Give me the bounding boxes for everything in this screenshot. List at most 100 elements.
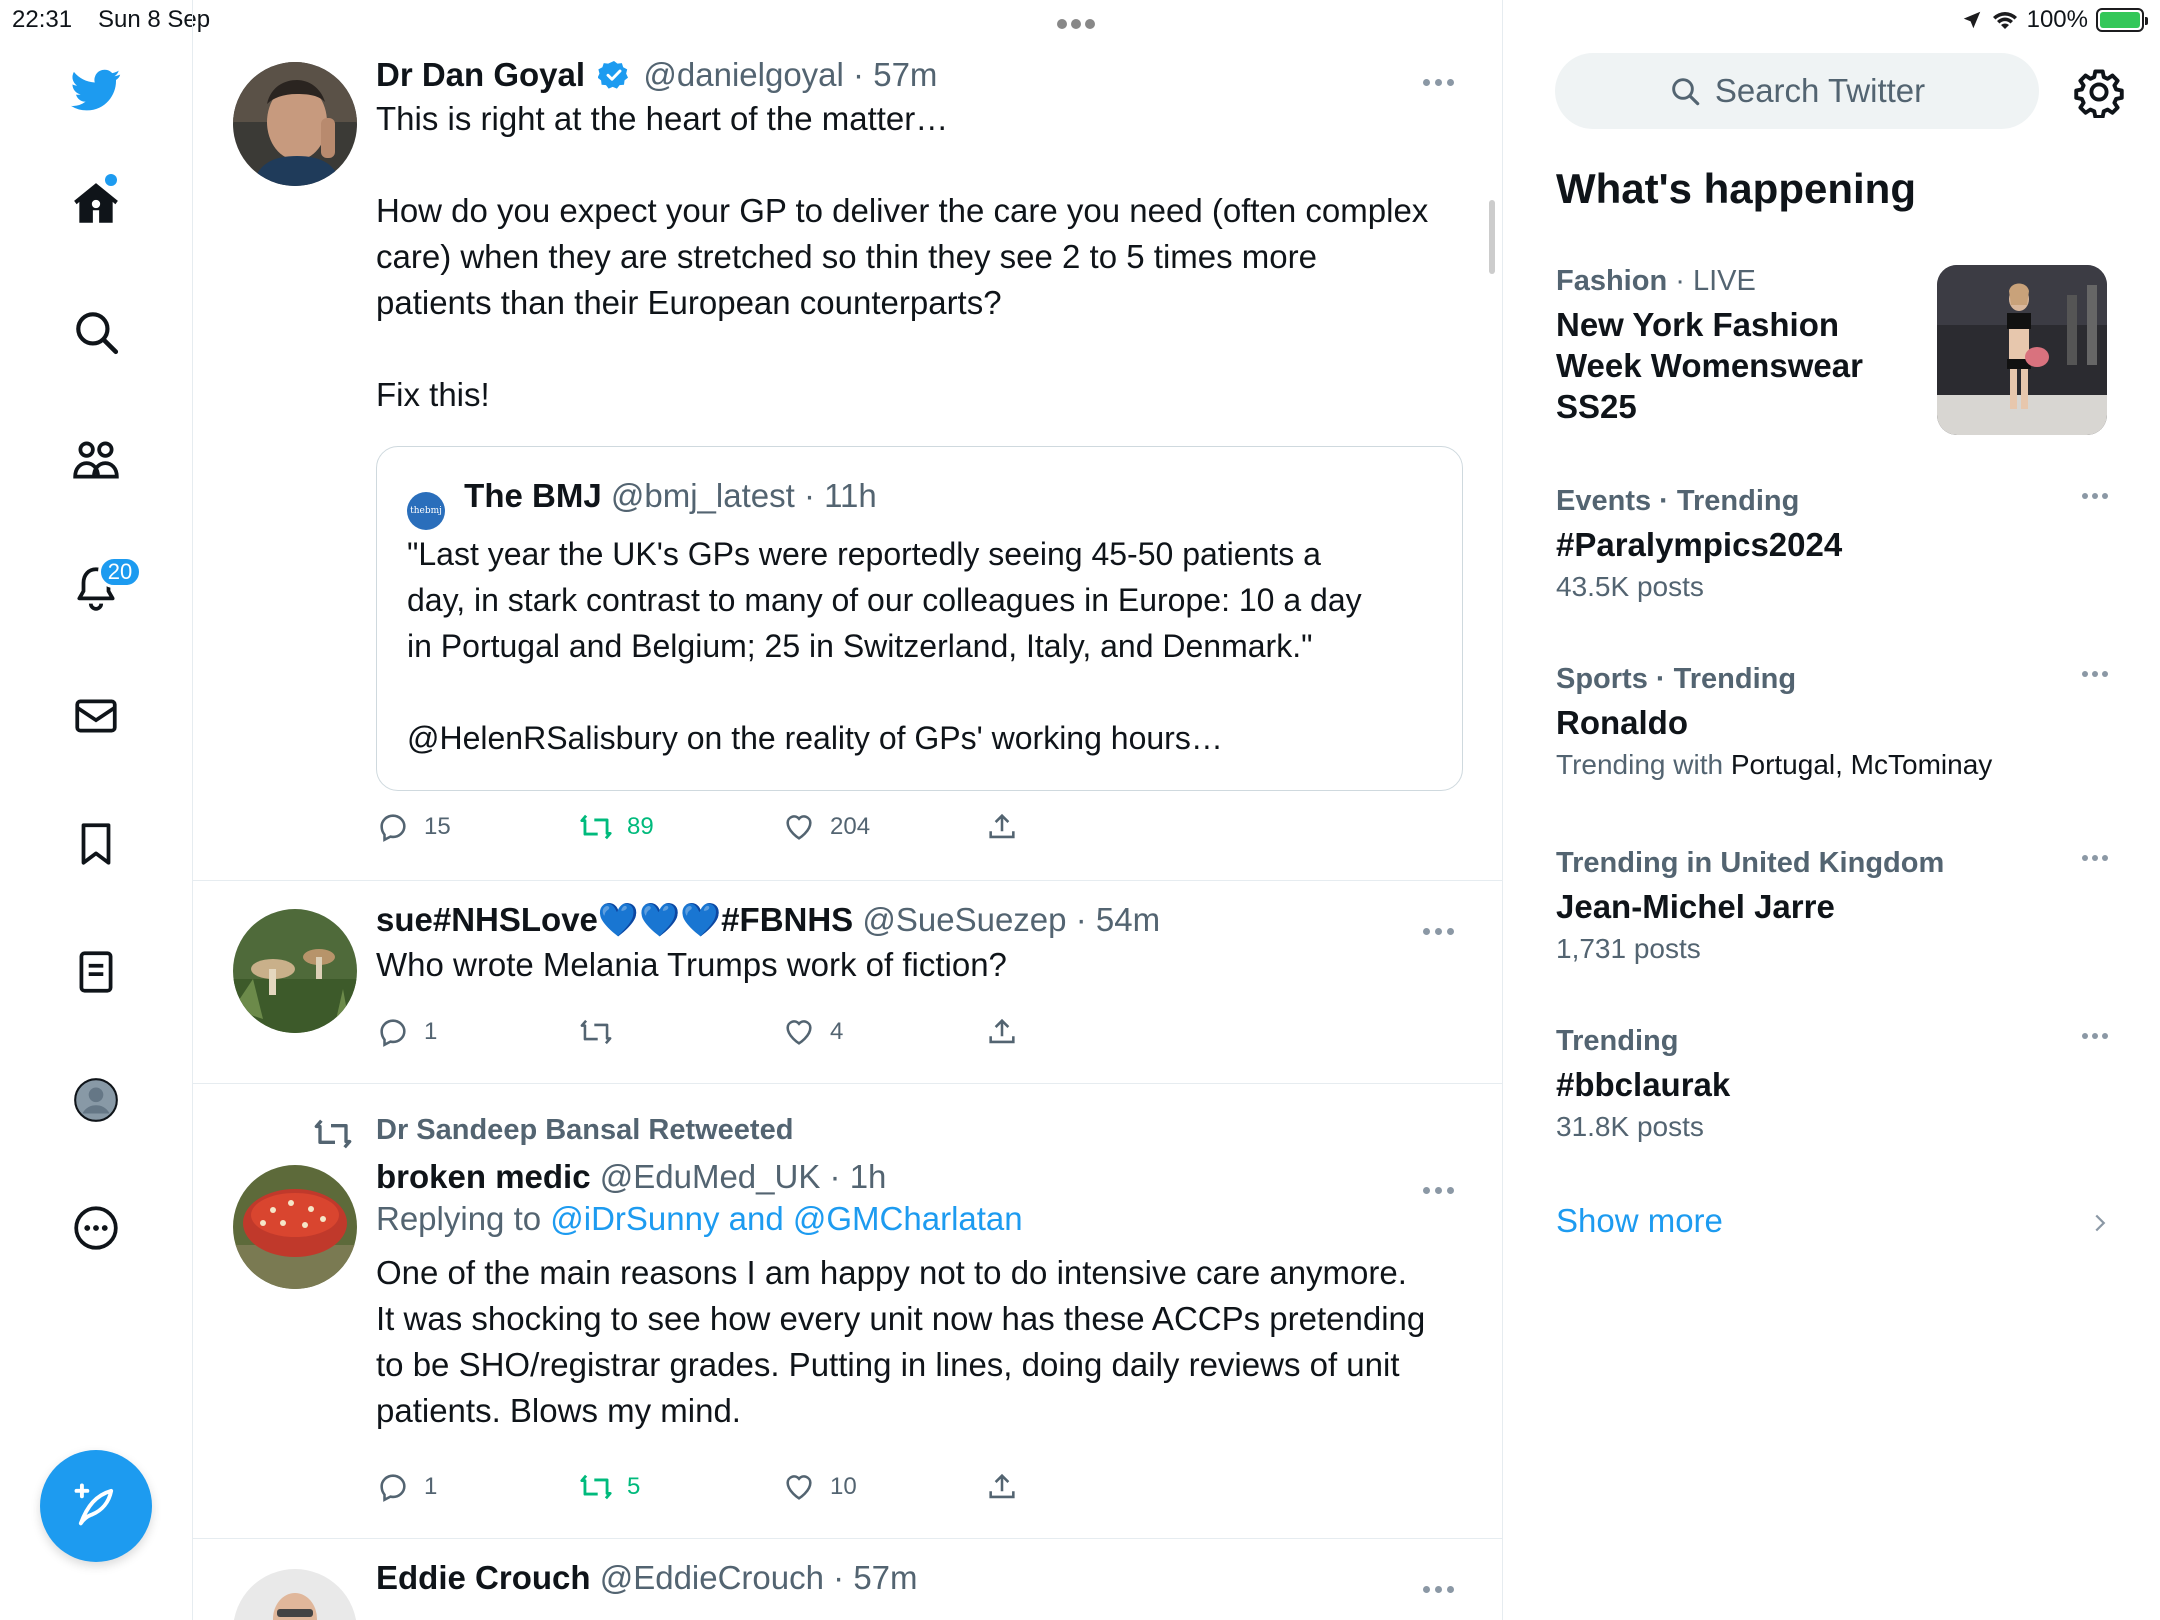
trend-category: Events · Trending — [1556, 485, 1800, 517]
bookmark-icon[interactable] — [70, 818, 122, 870]
quoted-text-line: @HelenRSalisbury on the reality of GPs' … — [407, 720, 1223, 756]
share-icon — [989, 1018, 1015, 1044]
retweeted-by[interactable]: Dr Sandeep Bansal Retweeted — [376, 1114, 793, 1147]
more-options-icon[interactable] — [2082, 1033, 2116, 1043]
retweet-button[interactable] — [579, 1015, 782, 1049]
like-button[interactable]: 204 — [782, 810, 985, 844]
search-icon[interactable] — [70, 306, 122, 358]
heart-icon — [786, 815, 812, 840]
reply-button[interactable]: 1 — [376, 1470, 579, 1504]
tweet[interactable]: Dr Sandeep Bansal Retweeted broken medic… — [193, 1084, 1502, 1539]
show-more-link[interactable]: Show more — [1556, 1202, 1723, 1240]
trend-category-label: Fashion — [1556, 265, 1668, 297]
tweet-header: broken medic @EduMed_UK · 1h — [376, 1158, 1463, 1196]
more-options-icon[interactable] — [1423, 74, 1463, 90]
retweet-icon — [580, 1474, 612, 1500]
like-button[interactable]: 10 — [782, 1470, 985, 1504]
retweet-icon — [580, 814, 612, 840]
more-options-icon[interactable] — [2082, 671, 2116, 681]
profile-icon[interactable] — [70, 1074, 122, 1126]
like-button[interactable]: 4 — [782, 1015, 985, 1049]
tweet-text-line: This is right at the heart of the matter… — [376, 100, 949, 137]
avatar[interactable] — [233, 909, 357, 1033]
trend-item[interactable]: Trending in United Kingdom Jean-Michel J… — [1556, 847, 2116, 965]
trend-title: Jean-Michel Jarre — [1556, 888, 1835, 925]
trend-category: Trending in United Kingdom — [1556, 847, 1945, 879]
author-handle[interactable]: @SueSuezep — [862, 901, 1066, 938]
twitter-logo-icon[interactable] — [70, 64, 122, 116]
trend-item[interactable]: Trending #bbclaurak 31.8K posts — [1556, 1025, 2116, 1143]
more-options-icon[interactable] — [1423, 1182, 1463, 1198]
trend-item[interactable]: Events · Trending #Paralympics2024 43.5K… — [1556, 485, 2116, 603]
author-name[interactable]: Eddie Crouch — [376, 1559, 591, 1596]
share-button[interactable] — [985, 810, 1188, 844]
reply-button[interactable]: 15 — [376, 810, 579, 844]
tweet-text-line: care) when they are stretched so thin th… — [376, 238, 1317, 275]
communities-icon[interactable] — [70, 434, 122, 486]
replying-to-link[interactable]: @iDrSunny and @GMCharlatan — [550, 1200, 1022, 1237]
separator: · — [1075, 901, 1087, 938]
whats-happening-title: What's happening — [1556, 165, 1916, 212]
more-options-icon[interactable] — [2082, 855, 2116, 865]
more-options-icon[interactable] — [2082, 493, 2116, 503]
trend-related-label: Trending with — [1556, 749, 1731, 780]
lists-icon[interactable] — [70, 946, 122, 998]
tweet-actions: 15 89 204 — [376, 810, 1188, 844]
avatar[interactable] — [233, 1569, 357, 1620]
more-options-icon[interactable] — [1423, 1581, 1463, 1597]
tweet-text: One of the main reasons I am happy not t… — [376, 1250, 1463, 1434]
quoted-text-line: day, in stark contrast to many of our co… — [407, 582, 1362, 618]
home-icon[interactable] — [70, 178, 122, 230]
quoted-header: thebmj The BMJ @bmj_latest · 11h — [407, 477, 877, 530]
heart-icon — [786, 1475, 812, 1500]
separator: · — [803, 477, 815, 514]
notifications-badge: 20 — [98, 556, 142, 588]
trend-posts: 31.8K posts — [1556, 1111, 1704, 1142]
retweet-button[interactable]: 5 — [579, 1470, 782, 1504]
tweet[interactable]: Eddie Crouch @EddieCrouch · 57m — [193, 1539, 1502, 1620]
tweet-content: Eddie Crouch @EddieCrouch · 57m — [376, 1559, 1463, 1597]
chevron-right-icon — [2095, 1214, 2106, 1232]
more-options-icon[interactable] — [1423, 923, 1463, 939]
reply-icon — [380, 814, 406, 842]
trend-thumbnail[interactable] — [1937, 265, 2107, 435]
retweet-icon — [580, 1019, 612, 1045]
author-handle[interactable]: @EduMed_UK — [600, 1158, 821, 1195]
mail-icon[interactable] — [70, 690, 122, 742]
author-handle[interactable]: @EddieCrouch — [600, 1559, 824, 1596]
author-handle[interactable]: @danielgoyal — [643, 56, 843, 93]
share-button[interactable] — [985, 1470, 1188, 1504]
trend-item[interactable]: Sports · Trending Ronaldo Trending with … — [1556, 663, 2116, 781]
settings-gear-icon[interactable] — [2073, 66, 2125, 118]
reply-count: 1 — [424, 1473, 438, 1500]
compose-button[interactable] — [40, 1450, 152, 1562]
share-button[interactable] — [985, 1015, 1188, 1049]
author-name[interactable]: Dr Dan Goyal — [376, 56, 585, 93]
more-circle-icon[interactable] — [70, 1202, 122, 1254]
quoted-text-line: "Last year the UK's GPs were reportedly … — [407, 536, 1321, 572]
retweet-button[interactable]: 89 — [579, 810, 782, 844]
author-name[interactable]: broken medic — [376, 1158, 591, 1195]
tweet[interactable]: Dr Dan Goyal @danielgoyal · 57m This is … — [193, 40, 1502, 881]
separator: · — [829, 1158, 841, 1195]
reply-button[interactable]: 1 — [376, 1015, 579, 1049]
tweet[interactable]: sue#NHSLove💙💙💙#FBNHS @SueSuezep · 54m Wh… — [193, 881, 1502, 1084]
tweet-actions: 1 4 — [376, 1015, 1188, 1049]
author-name[interactable]: sue#NHSLove💙💙💙#FBNHS — [376, 901, 853, 938]
replying-to-label: Replying to — [376, 1200, 551, 1237]
avatar[interactable] — [233, 1165, 357, 1289]
tweet-time[interactable]: 54m — [1096, 901, 1160, 938]
tweet-time[interactable]: 57m — [853, 1559, 917, 1596]
search-input[interactable]: Search Twitter — [1555, 53, 2039, 129]
reply-icon — [380, 1474, 406, 1502]
tweet-time[interactable]: 57m — [873, 56, 937, 93]
tweet-text-line: Fix this! — [376, 376, 490, 413]
trend-posts: 43.5K posts — [1556, 571, 1704, 602]
tweet-text: Who wrote Melania Trumps work of fiction… — [376, 946, 1007, 983]
tweet-content: sue#NHSLove💙💙💙#FBNHS @SueSuezep · 54m Wh… — [376, 901, 1463, 988]
tweet-content: broken medic @EduMed_UK · 1h Replying to… — [376, 1158, 1463, 1434]
avatar[interactable] — [233, 62, 357, 186]
tweet-time[interactable]: 1h — [850, 1158, 887, 1195]
quoted-tweet[interactable]: thebmj The BMJ @bmj_latest · 11h "Last y… — [376, 446, 1463, 791]
compose-icon — [74, 1483, 114, 1526]
